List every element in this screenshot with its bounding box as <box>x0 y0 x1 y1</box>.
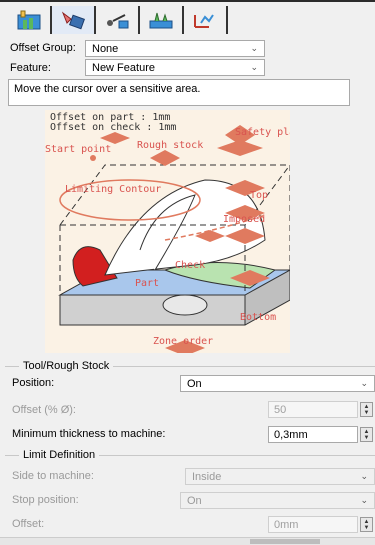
part-label: Part <box>135 278 159 289</box>
stop-position-value: On <box>187 494 202 507</box>
feature-value: New Feature <box>92 61 155 74</box>
offset-percent-value: 50 <box>274 403 287 416</box>
limit-offset-value: 0mm <box>274 518 299 531</box>
offset-group-select[interactable]: None ⌄ <box>85 40 265 57</box>
side-to-machine-label: Side to machine: <box>12 470 94 482</box>
limit-offset-spinner[interactable]: ▲ ▼ <box>360 517 373 532</box>
position-value: On <box>187 377 202 390</box>
tool-tab-icon <box>61 11 85 30</box>
start-point-label: Start point <box>45 144 111 155</box>
chevron-down-icon: ⌄ <box>250 43 258 53</box>
offset-percent-spinner[interactable]: ▲ ▼ <box>360 402 373 417</box>
stop-position-select[interactable]: On ⌄ <box>180 492 375 509</box>
imposed-label: Imposed <box>223 214 265 225</box>
safety-plane-label: Safety plan <box>235 127 290 138</box>
tab-geometry[interactable] <box>8 6 52 34</box>
offset-group-value: None <box>92 42 119 55</box>
tab-strategy[interactable] <box>184 6 228 34</box>
parameter-diagram[interactable]: Offset on part : 1mm Offset on check : 1… <box>45 110 290 353</box>
feeds-speeds-tab-icon <box>107 14 129 29</box>
top-border <box>0 0 375 2</box>
chevron-down-icon: ⌄ <box>250 62 258 72</box>
start-point-marker <box>90 155 96 161</box>
offset-percent-field[interactable]: 50 <box>268 401 358 418</box>
tool-rough-stock-title: Tool/Rough Stock <box>19 360 114 372</box>
limit-definition-title: Limit Definition <box>19 449 100 461</box>
chevron-down-icon: ⌄ <box>360 471 368 481</box>
feature-select[interactable]: New Feature ⌄ <box>85 59 265 76</box>
geometry-tab-icon <box>17 10 41 30</box>
scrollbar-thumb[interactable] <box>250 539 320 544</box>
check-label: Check <box>175 260 205 271</box>
chevron-down-icon: ⌄ <box>360 378 368 388</box>
offset-group-label: Offset Group: <box>10 42 76 54</box>
feature-label: Feature: <box>10 62 51 74</box>
tab-tool[interactable] <box>52 6 96 34</box>
limiting-contour-label: Limiting Contour <box>65 184 161 195</box>
zone-order-label: Zone order <box>153 336 213 347</box>
horizontal-scrollbar[interactable] <box>0 537 375 545</box>
stop-position-label: Stop position: <box>12 494 79 506</box>
diagram-svg: Offset on part : 1mm Offset on check : 1… <box>45 112 290 353</box>
rough-stock-label: Rough stock <box>137 140 203 151</box>
position-label: Position: <box>12 377 55 389</box>
bottom-label: Bottom <box>240 312 276 323</box>
offset-percent-label: Offset (% Ø): <box>12 404 76 416</box>
macros-tab-icon <box>149 12 173 29</box>
side-to-machine-select[interactable]: Inside ⌄ <box>185 468 375 485</box>
top-label: Top <box>250 190 268 201</box>
min-thickness-spinner[interactable]: ▲ ▼ <box>360 427 373 442</box>
limit-offset-label: Offset: <box>12 518 45 530</box>
strategy-tab-icon <box>194 14 214 28</box>
offset-on-check-label: Offset on check : 1mm <box>50 122 176 133</box>
tab-macros[interactable] <box>140 6 184 34</box>
min-thickness-value: 0,3mm <box>274 428 308 441</box>
position-select[interactable]: On ⌄ <box>180 375 375 392</box>
min-thickness-field[interactable]: 0,3mm <box>268 426 358 443</box>
chevron-down-icon: ⌄ <box>360 495 368 505</box>
min-thickness-label: Minimum thickness to machine: <box>12 428 166 440</box>
side-to-machine-value: Inside <box>192 470 222 483</box>
limit-offset-field[interactable]: 0mm <box>268 516 358 533</box>
tab-toolbar <box>8 6 228 34</box>
hint-box: Move the cursor over a sensitive area. <box>8 79 350 106</box>
tab-feeds-speeds[interactable] <box>96 6 140 34</box>
